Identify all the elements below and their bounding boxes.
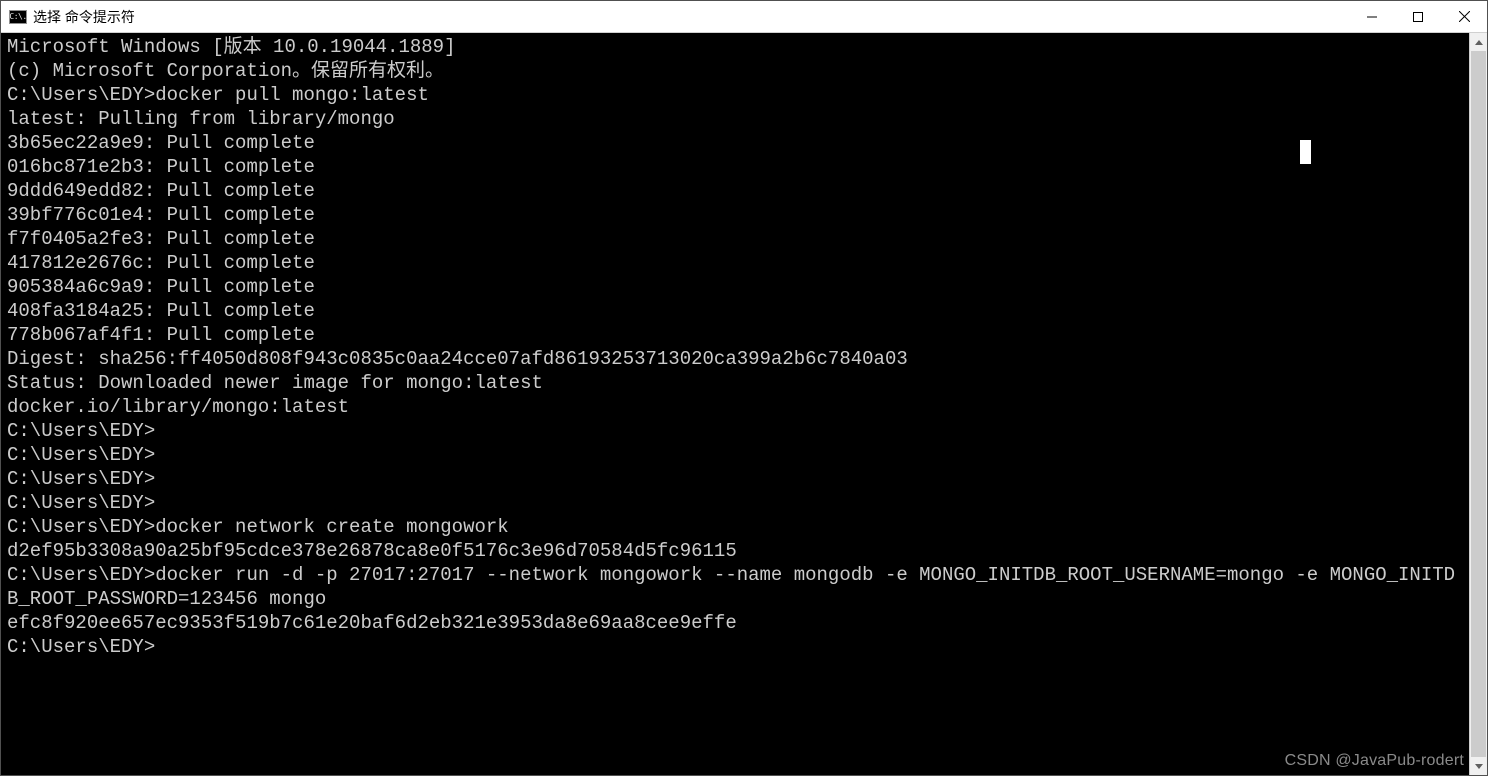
maximize-button[interactable] [1395,1,1441,32]
terminal-line: d2ef95b3308a90a25bf95cdce378e26878ca8e0f… [7,539,1465,563]
scrollbar[interactable] [1469,33,1487,775]
terminal-line: 39bf776c01e4: Pull complete [7,203,1465,227]
watermark-text: CSDN @JavaPub-rodert [1285,752,1464,770]
terminal-line: C:\Users\EDY> [7,419,1465,443]
terminal-line: (c) Microsoft Corporation。保留所有权利。 [7,59,1465,83]
terminal-line: 408fa3184a25: Pull complete [7,299,1465,323]
selection-cursor [1300,140,1311,164]
scroll-thumb[interactable] [1471,51,1486,757]
scroll-track[interactable] [1470,51,1487,757]
scroll-up-button[interactable] [1470,33,1487,51]
terminal-line: 9ddd649edd82: Pull complete [7,179,1465,203]
chevron-up-icon [1475,40,1483,45]
terminal-line: Digest: sha256:ff4050d808f943c0835c0aa24… [7,347,1465,371]
minimize-icon [1367,12,1377,22]
terminal-line: C:\Users\EDY> [7,467,1465,491]
app-icon: C:\. [9,10,27,24]
maximize-icon [1413,12,1423,22]
window-controls [1349,1,1487,32]
terminal-line: 905384a6c9a9: Pull complete [7,275,1465,299]
terminal-line: C:\Users\EDY>docker pull mongo:latest [7,83,1465,107]
title-bar[interactable]: C:\. 选择 命令提示符 [1,1,1487,33]
terminal-container: Microsoft Windows [版本 10.0.19044.1889](c… [1,33,1487,775]
terminal-line: efc8f920ee657ec9353f519b7c61e20baf6d2eb3… [7,611,1465,635]
terminal-line: C:\Users\EDY> [7,635,1465,659]
terminal-line: Status: Downloaded newer image for mongo… [7,371,1465,395]
terminal-line: 016bc871e2b3: Pull complete [7,155,1465,179]
window-title: 选择 命令提示符 [33,7,135,27]
chevron-down-icon [1475,764,1483,769]
terminal-line: C:\Users\EDY> [7,443,1465,467]
terminal-line: Microsoft Windows [版本 10.0.19044.1889] [7,35,1465,59]
scroll-down-button[interactable] [1470,757,1487,775]
close-button[interactable] [1441,1,1487,32]
terminal-line: C:\Users\EDY>docker run -d -p 27017:2701… [7,563,1465,611]
terminal-line: f7f0405a2fe3: Pull complete [7,227,1465,251]
terminal-line: docker.io/library/mongo:latest [7,395,1465,419]
minimize-button[interactable] [1349,1,1395,32]
terminal-line: 778b067af4f1: Pull complete [7,323,1465,347]
terminal-line: 417812e2676c: Pull complete [7,251,1465,275]
window-frame: C:\. 选择 命令提示符 Microsoft Windows [版本 10.0… [0,0,1488,776]
terminal-output[interactable]: Microsoft Windows [版本 10.0.19044.1889](c… [1,33,1469,775]
terminal-line: C:\Users\EDY> [7,491,1465,515]
terminal-line: 3b65ec22a9e9: Pull complete [7,131,1465,155]
terminal-line: latest: Pulling from library/mongo [7,107,1465,131]
terminal-line: C:\Users\EDY>docker network create mongo… [7,515,1465,539]
close-icon [1459,11,1470,22]
